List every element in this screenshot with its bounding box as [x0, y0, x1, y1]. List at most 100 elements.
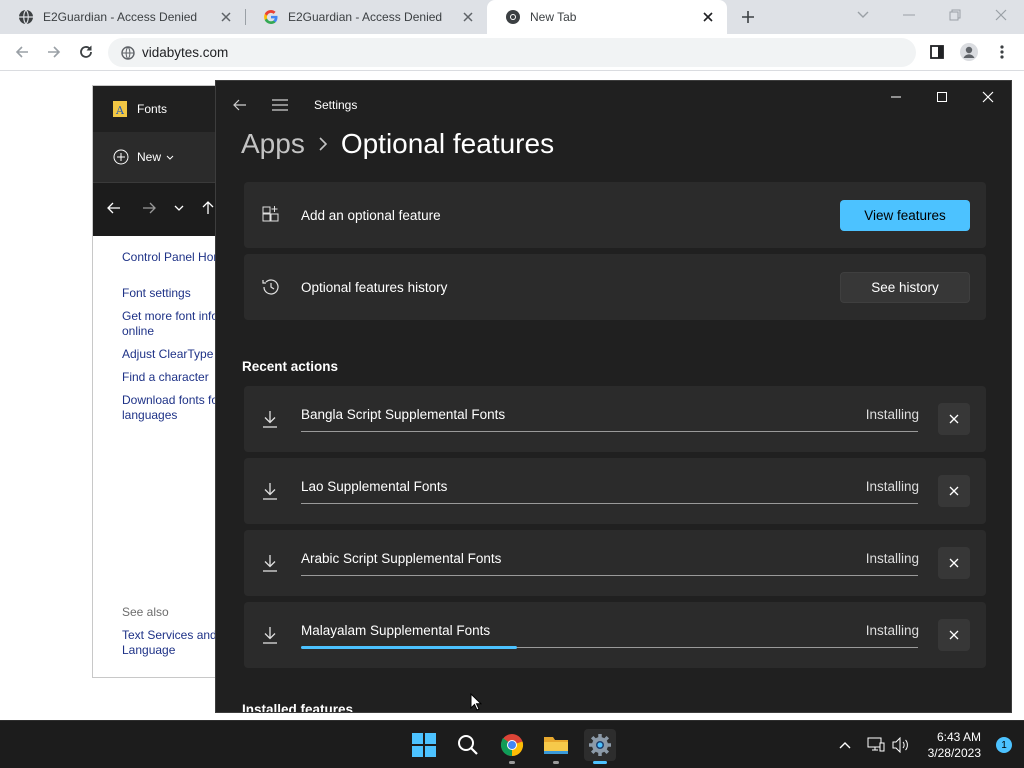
link-line: languages	[122, 408, 178, 422]
chrome-favicon-icon	[505, 9, 521, 25]
link-line: Get more font information	[122, 309, 222, 323]
download-icon	[259, 624, 281, 646]
clock[interactable]: 6:43 AM 3/28/2023	[928, 729, 981, 761]
install-status: Installing	[865, 407, 919, 422]
link-line: Download fonts for all	[122, 393, 221, 407]
progress-bar	[301, 575, 918, 576]
google-favicon-icon	[263, 9, 279, 25]
page-title: Optional features	[340, 128, 555, 159]
fonts-window-title: Fonts	[137, 102, 168, 116]
add-feature-label: Add an optional feature	[301, 208, 441, 223]
running-indicator	[553, 761, 559, 764]
tab-title: E2Guardian - Access Denied	[288, 10, 443, 24]
search-icon[interactable]	[452, 729, 484, 761]
font-settings-link[interactable]: Font settings	[122, 286, 191, 301]
close-window-icon[interactable]	[973, 85, 1003, 109]
address-text: vidabytes.com	[142, 45, 229, 60]
running-indicator	[509, 761, 515, 764]
settings-window: Settings Apps Optional features Add an o…	[215, 80, 1012, 713]
close-tab-icon[interactable]	[699, 8, 717, 26]
restore-icon[interactable]	[942, 4, 968, 26]
cancel-install-close-icon[interactable]	[938, 403, 970, 435]
start-windows-icon[interactable]	[408, 729, 440, 761]
reload-icon[interactable]	[74, 40, 98, 64]
tab-search-chevron-icon[interactable]	[850, 4, 876, 26]
browser-tab-3-active[interactable]: New Tab	[487, 0, 727, 34]
svg-text:A: A	[115, 104, 125, 117]
notification-badge[interactable]: 1	[996, 737, 1012, 753]
add-apps-grid-icon	[260, 204, 282, 226]
new-button-label[interactable]: New	[137, 150, 161, 164]
download-icon	[259, 480, 281, 502]
breadcrumb: Apps Optional features	[241, 128, 554, 160]
close-window-icon[interactable]	[988, 4, 1014, 26]
progress-fill	[301, 646, 517, 649]
recent-actions-heading: Recent actions	[242, 359, 339, 374]
recent-action-row: Malayalam Supplemental Fonts Installing	[244, 602, 986, 668]
download-fonts-link[interactable]: Download fonts for all languages	[122, 393, 221, 423]
profile-avatar-icon[interactable]	[957, 40, 981, 64]
breadcrumb-apps[interactable]: Apps	[241, 128, 305, 160]
settings-gear-icon[interactable]	[584, 729, 616, 764]
browser-tab-1[interactable]: E2Guardian - Access Denied	[0, 0, 245, 34]
get-more-font-info-link[interactable]: Get more font information online	[122, 309, 222, 339]
back-arrow-icon[interactable]	[105, 199, 123, 217]
new-tab-plus-icon[interactable]	[737, 6, 759, 28]
feature-name: Lao Supplemental Fonts	[301, 479, 448, 494]
clock-date: 3/28/2023	[927, 746, 981, 760]
fonts-navigation-bar	[93, 182, 221, 236]
progress-bar	[301, 431, 918, 432]
link-line: online	[122, 324, 155, 338]
progress-bar	[301, 503, 918, 504]
back-arrow-icon[interactable]	[10, 40, 34, 64]
download-icon	[259, 552, 281, 574]
cancel-install-close-icon[interactable]	[938, 475, 970, 507]
chrome-icon[interactable]	[496, 729, 528, 764]
close-tab-icon[interactable]	[459, 8, 477, 26]
back-arrow-icon[interactable]	[226, 91, 254, 119]
fonts-folder-icon: A	[113, 101, 127, 117]
address-bar[interactable]: vidabytes.com	[108, 38, 916, 67]
recent-locations-chevron-icon[interactable]	[170, 199, 188, 217]
clock-time: 6:43 AM	[936, 730, 981, 744]
windows-taskbar: 6:43 AM 3/28/2023 1	[0, 720, 1024, 768]
find-a-character-link[interactable]: Find a character	[122, 370, 209, 385]
forward-arrow-icon[interactable]	[140, 199, 158, 217]
minimize-icon[interactable]	[881, 85, 911, 109]
new-plus-icon[interactable]	[113, 149, 129, 165]
side-panel-icon[interactable]	[925, 40, 949, 64]
control-panel-home-link[interactable]: Control Panel Home	[122, 250, 221, 265]
text-services-link[interactable]: Text Services and Input Language	[122, 628, 221, 658]
forward-arrow-icon[interactable]	[42, 40, 66, 64]
tab-title: New Tab	[530, 10, 577, 24]
browser-tab-2[interactable]: E2Guardian - Access Denied	[245, 0, 487, 34]
history-clock-icon	[260, 276, 282, 298]
chevron-up-icon[interactable]	[835, 735, 855, 755]
recent-action-row: Arabic Script Supplemental Fonts Installi…	[244, 530, 986, 596]
cancel-install-close-icon[interactable]	[938, 619, 970, 651]
install-status: Installing	[865, 479, 919, 494]
install-status: Installing	[865, 551, 919, 566]
minimize-icon[interactable]	[896, 4, 922, 26]
new-chevron-down-icon[interactable]	[166, 155, 174, 160]
feature-name: Arabic Script Supplemental Fonts	[301, 551, 502, 566]
volume-icon[interactable]	[891, 735, 911, 755]
hamburger-menu-icon[interactable]	[266, 91, 294, 119]
link-line: Language	[122, 643, 176, 657]
mouse-pointer-icon	[470, 692, 483, 711]
maximize-icon[interactable]	[927, 85, 957, 109]
adjust-cleartype-link[interactable]: Adjust ClearType text	[122, 347, 221, 362]
optional-features-history-card: Optional features history See history	[244, 254, 986, 320]
close-tab-icon[interactable]	[217, 8, 235, 26]
site-info-icon[interactable]	[120, 45, 136, 61]
fonts-control-panel-window: A Fonts New Control Panel Home Font sett…	[92, 85, 222, 678]
cancel-install-close-icon[interactable]	[938, 547, 970, 579]
network-icon[interactable]	[866, 735, 886, 755]
view-features-button[interactable]: View features	[840, 200, 970, 231]
file-explorer-icon[interactable]	[540, 729, 572, 764]
globe-favicon-icon	[18, 9, 34, 25]
see-history-button[interactable]: See history	[840, 272, 970, 303]
see-also-heading: See also	[122, 605, 169, 619]
more-menu-icon[interactable]	[990, 40, 1014, 64]
install-status: Installing	[865, 623, 919, 638]
